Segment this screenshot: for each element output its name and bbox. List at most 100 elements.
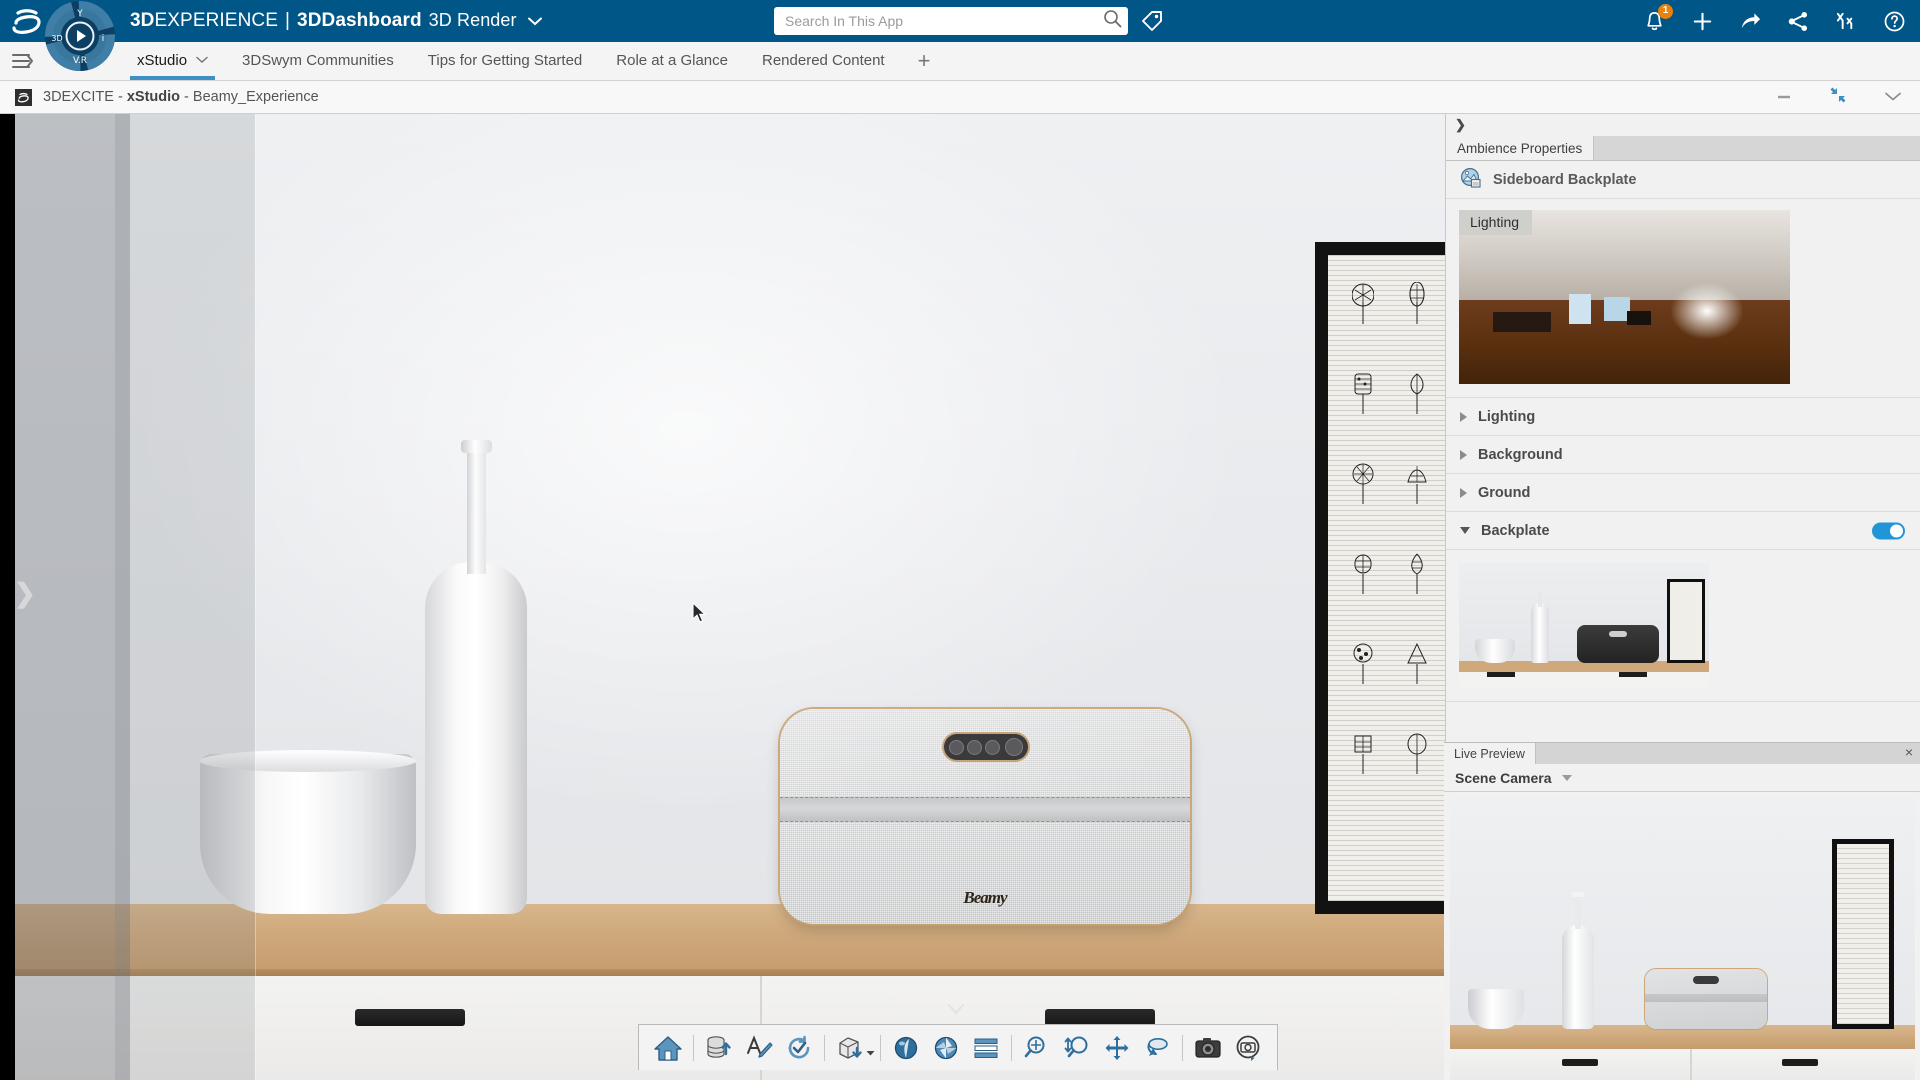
chevron-down-icon[interactable] [527,14,542,29]
lighting-hdr-thumbnail[interactable]: Lighting [1459,210,1790,384]
expand-left-panel-chevron[interactable]: ❯ [14,580,36,606]
tab-live-preview[interactable]: Live Preview [1444,743,1536,764]
thumb-bottle-neck [1538,591,1542,607]
annotation-button[interactable] [739,1028,779,1068]
beamy-speaker-model[interactable]: Beamy [780,709,1190,924]
export-model-button[interactable] [830,1028,870,1068]
tab-rendered-content[interactable]: Rendered Content [745,41,902,80]
live-preview-tab-strip: Live Preview × [1444,743,1920,764]
backplate-thumbnail[interactable] [1459,563,1709,687]
add-tab-button[interactable]: + [902,41,947,80]
search-icon[interactable] [1103,9,1122,33]
zoom-pan-button[interactable] [1017,1028,1057,1068]
ambience-properties-panel: ❯ Ambience Properties Sideboard Backplat… [1444,114,1920,1080]
tab-list: xStudio 3DSwym Communities Tips for Gett… [120,41,946,80]
tab-role-at-a-glance[interactable]: Role at a Glance [599,41,745,80]
picture-frame-artwork [1328,255,1445,901]
window-title-dash1: - [117,89,123,105]
section-lighting[interactable]: Lighting [1446,398,1920,436]
app-window-title-bar: 3DEXCITE - xStudio - Beamy_Experience [0,81,1920,114]
zoom-fit-button[interactable] [1057,1028,1097,1068]
artwork-row [1336,351,1444,437]
unrendered-region-band [115,114,255,1080]
section-backplate[interactable]: Backplate [1446,512,1920,550]
top-right-icon-group: 1 [1643,0,1906,42]
3dexperience-compass[interactable]: Y 3D i V.R [44,0,116,72]
rotate-button[interactable] [1137,1028,1177,1068]
snapshot-button[interactable] [1228,1028,1268,1068]
speaker-knob-large [1005,738,1023,756]
speaker-knob [967,739,982,755]
brand-prefix: 3D [130,10,155,31]
window-title-document: Beamy_Experience [192,89,319,105]
hamburger-menu-icon[interactable] [0,41,46,80]
help-icon[interactable] [1883,10,1906,33]
material-sphere-button[interactable] [886,1028,926,1068]
hdr-rug [1493,311,1551,332]
window-title-dash2: - [184,89,189,105]
chevron-right-icon [1460,487,1467,498]
preview-artwork [1837,844,1889,1024]
toolbar-separator [1182,1034,1183,1061]
layers-list-button[interactable] [966,1028,1006,1068]
brand-title: 3DEXPERIENCE | 3DDashboard 3D Render [130,10,542,32]
preview-cabinet [1450,1049,1915,1080]
backplate-thumbnail-area [1446,550,1920,702]
section-ground[interactable]: Ground [1446,474,1920,512]
hdr-light-source [1671,283,1743,340]
speaker-knob [985,739,1000,755]
scene-bottle-lip [461,440,492,453]
tab-tips-for-getting-started[interactable]: Tips for Getting Started [411,41,600,80]
tab-xstudio[interactable]: xStudio [120,41,225,80]
selected-object-header: Sideboard Backplate [1446,161,1920,199]
backplate-toggle[interactable] [1872,522,1905,539]
chevron-down-icon[interactable] [196,55,208,67]
section-background[interactable]: Background [1446,436,1920,474]
search-input[interactable] [785,13,1103,29]
tag-icon[interactable] [1140,9,1164,38]
collapse-toolbar-chevron[interactable] [946,1001,966,1019]
camera-selector-label[interactable]: Scene Camera [1455,770,1552,786]
brand-role: 3D Render [428,10,517,30]
artwork-row [1336,621,1444,707]
home-button[interactable] [648,1028,688,1068]
preview-speaker-band [1645,994,1767,1002]
tab-label: Role at a Glance [616,52,728,69]
preview-handle [1782,1059,1818,1066]
notifications-icon[interactable]: 1 [1643,3,1673,33]
live-preview-render[interactable] [1450,797,1915,1080]
add-icon[interactable] [1691,10,1714,33]
collaboration-icon[interactable] [1835,10,1858,33]
save-to-database-button[interactable] [699,1028,739,1068]
svg-text:Y: Y [76,9,83,19]
thumb-picture-frame [1667,579,1705,663]
viewport-bottom-toolbar [638,1024,1278,1070]
restore-button[interactable] [1828,85,1848,110]
tab-3dswym-communities[interactable]: 3DSwym Communities [225,41,411,80]
chevron-right-icon [1460,449,1467,460]
panel-tab-strip: Ambience Properties [1446,136,1920,161]
scene-bottle-neck [467,444,486,574]
share-nodes-icon[interactable] [1787,10,1810,33]
close-icon[interactable]: × [1905,745,1913,759]
camera-button[interactable] [1188,1028,1228,1068]
search-box[interactable] [774,7,1128,35]
tab-ambience-properties[interactable]: Ambience Properties [1446,136,1595,160]
share-arrow-icon[interactable] [1739,10,1762,33]
window-title: 3DEXCITE - xStudio - Beamy_Experience [43,89,319,105]
preview-bowl [1468,989,1524,1029]
aperture-render-button[interactable] [926,1028,966,1068]
mouse-cursor [692,601,707,629]
minimize-button[interactable] [1776,89,1792,107]
chevron-down-icon[interactable] [1561,774,1572,781]
collapse-panel-chevron[interactable]: ❯ [1446,114,1920,136]
update-sync-button[interactable] [779,1028,819,1068]
chevron-down-icon[interactable] [866,1050,875,1059]
window-title-product: 3DEXCITE [43,89,114,105]
window-more-button[interactable] [1884,89,1902,107]
toolbar-separator [824,1034,825,1061]
3d-render-viewport[interactable]: Beamy [0,114,1445,1080]
panel-tab-label: Ambience Properties [1457,140,1583,156]
live-preview-tab-filler: × [1535,743,1920,764]
pan-move-button[interactable] [1097,1028,1137,1068]
